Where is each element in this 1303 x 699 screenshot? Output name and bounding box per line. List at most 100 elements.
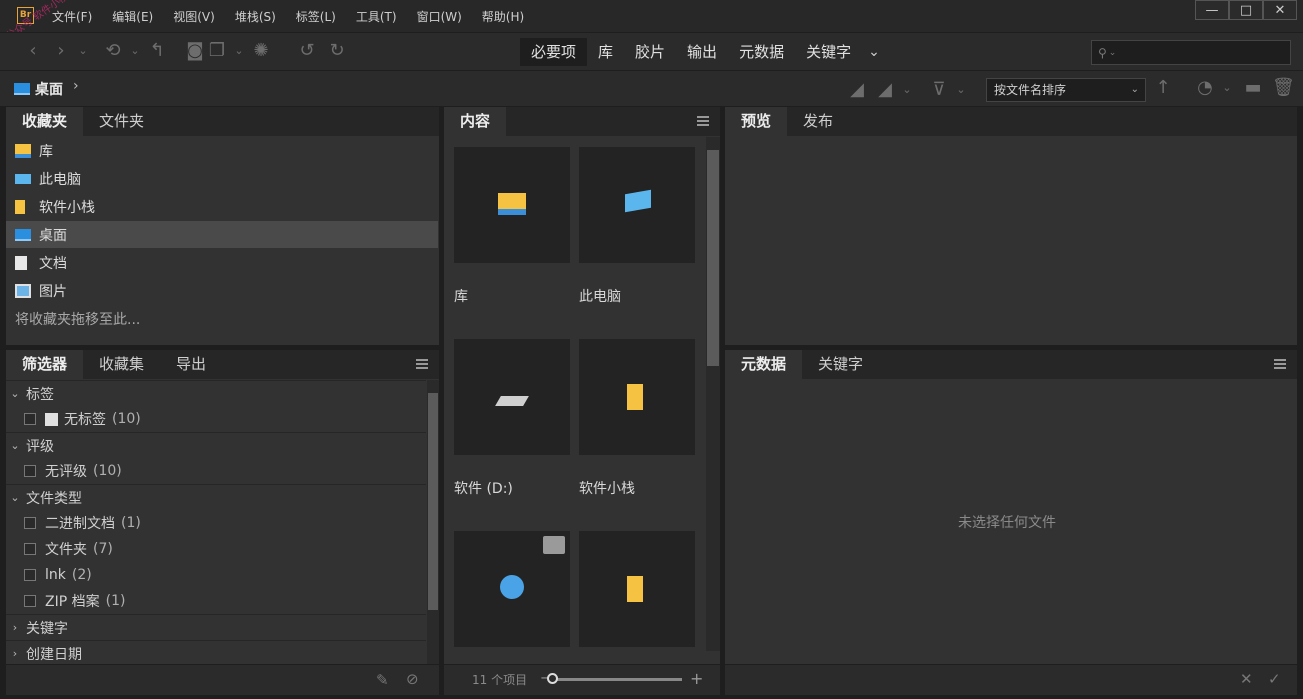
chevron-down-icon: ⌄	[10, 439, 20, 452]
workspace-output[interactable]: 输出	[676, 38, 728, 66]
search-input[interactable]: ⚲ ⌄	[1091, 40, 1291, 65]
sort-ascending-icon[interactable]: ↑	[1152, 77, 1174, 98]
tab-preview[interactable]: 预览	[725, 107, 788, 136]
tab-favorites[interactable]: 收藏夹	[6, 107, 84, 136]
filter-group-keywords[interactable]: › 关键字	[6, 614, 426, 640]
pin-icon[interactable]: ✎	[376, 671, 389, 689]
workspace-library[interactable]: 库	[587, 38, 624, 66]
menu-label[interactable]: 标签(L)	[296, 8, 336, 25]
filter-item-lnk[interactable]: lnk (2)	[6, 562, 426, 588]
panel-menu-icon[interactable]	[416, 359, 428, 369]
tab-content[interactable]: 内容	[444, 107, 507, 136]
open-recent-icon[interactable]: ◔	[1194, 77, 1216, 98]
chevron-down-icon[interactable]: ⌄	[72, 44, 94, 57]
clear-filter-icon[interactable]: ⊘	[406, 670, 419, 688]
filter-checkbox[interactable]	[24, 569, 36, 581]
back-icon[interactable]: ‹	[22, 40, 44, 61]
tab-publish[interactable]: 发布	[787, 107, 849, 136]
favorite-item-documents[interactable]: 文档	[6, 249, 438, 276]
filter-group-created[interactable]: › 创建日期	[6, 640, 426, 666]
maximize-button[interactable]: □	[1229, 0, 1263, 20]
chevron-down-icon[interactable]: ⌄	[862, 38, 880, 66]
content-tile-network[interactable]	[454, 531, 570, 647]
filter-item-no-label[interactable]: 无标签 (10)	[6, 406, 426, 432]
forward-icon[interactable]: ›	[50, 40, 72, 61]
favorite-item-computer[interactable]: 此电脑	[6, 165, 438, 192]
camera-icon[interactable]: ◙	[184, 40, 206, 61]
no-label-icon	[45, 412, 58, 426]
favorite-item-pictures[interactable]: 图片	[6, 277, 438, 304]
breadcrumb[interactable]: 桌面	[35, 79, 63, 99]
filter-group-labels[interactable]: ⌄ 标签	[6, 380, 426, 406]
sort-dropdown[interactable]: 按文件名排序 ⌄	[986, 78, 1146, 102]
tab-export[interactable]: 导出	[160, 350, 222, 379]
menu-tools[interactable]: 工具(T)	[356, 8, 397, 25]
refine-icon[interactable]: ✺	[250, 40, 272, 61]
filter-group-filetype[interactable]: ⌄ 文件类型	[6, 484, 426, 510]
workspace-filmstrip[interactable]: 胶片	[624, 38, 676, 66]
rotate-right-icon[interactable]: ↻	[326, 40, 348, 61]
content-tile-computer[interactable]	[579, 147, 695, 263]
filter-checkbox[interactable]	[24, 517, 36, 529]
tab-collections[interactable]: 收藏集	[83, 350, 160, 379]
menu-help[interactable]: 帮助(H)	[482, 8, 524, 25]
slider-handle[interactable]	[547, 673, 558, 684]
chevron-down-icon[interactable]: ⌄	[124, 44, 146, 57]
menu-edit[interactable]: 编辑(E)	[112, 8, 153, 25]
filter-checkbox[interactable]	[24, 413, 36, 425]
quality-high-icon[interactable]: ◢	[874, 79, 896, 100]
content-scrollbar[interactable]	[706, 137, 720, 651]
filter-item-folder[interactable]: 文件夹 (7)	[6, 536, 426, 562]
workspace-metadata[interactable]: 元数据	[728, 38, 795, 66]
zoom-in-icon[interactable]: +	[690, 669, 703, 688]
content-tile-folder[interactable]	[579, 531, 695, 647]
chevron-down-icon[interactable]: ⌄	[950, 83, 972, 96]
favorite-item-softstack[interactable]: 软件小栈	[6, 193, 438, 220]
menu-window[interactable]: 窗口(W)	[417, 8, 462, 25]
filter-icon[interactable]: ⊽	[928, 79, 950, 100]
chevron-down-icon[interactable]: ⌄	[228, 44, 250, 57]
filter-item-binary[interactable]: 二进制文档 (1)	[6, 510, 426, 536]
tab-folders[interactable]: 文件夹	[83, 107, 160, 136]
new-folder-icon[interactable]: ▬	[1242, 77, 1264, 98]
menu-file[interactable]: 文件(F)	[52, 8, 92, 25]
copy-icon[interactable]: ❐	[206, 40, 228, 61]
apply-icon[interactable]: ✓	[1268, 670, 1281, 688]
thumbnail-size-slider[interactable]	[552, 678, 682, 681]
filter-item-zip[interactable]: ZIP 档案 (1)	[6, 588, 426, 614]
tab-keywords[interactable]: 关键字	[802, 350, 879, 379]
filter-group-rating[interactable]: ⌄ 评级	[6, 432, 426, 458]
favorite-item-desktop[interactable]: 桌面	[6, 221, 438, 248]
filter-checkbox[interactable]	[24, 543, 36, 555]
content-scroll-thumb[interactable]	[707, 150, 719, 366]
quality-icon[interactable]: ◢	[846, 79, 868, 100]
return-icon[interactable]: ↰	[146, 40, 168, 61]
chevron-right-icon[interactable]: ›	[73, 78, 79, 94]
content-tile-library[interactable]	[454, 147, 570, 263]
close-button[interactable]: ✕	[1263, 0, 1297, 20]
favorite-item-library[interactable]: 库	[6, 137, 438, 164]
cancel-icon[interactable]: ✕	[1240, 670, 1253, 688]
workspace-essentials[interactable]: 必要项	[520, 38, 588, 66]
menu-view[interactable]: 视图(V)	[173, 8, 215, 25]
history-icon[interactable]: ⟲	[102, 40, 124, 61]
tab-filter[interactable]: 筛选器	[6, 350, 84, 379]
chevron-down-icon[interactable]: ⌄	[1216, 81, 1238, 94]
filter-scrollbar[interactable]	[427, 380, 439, 664]
chevron-down-icon[interactable]: ⌄	[896, 83, 918, 96]
rotate-left-icon[interactable]: ↺	[296, 40, 318, 61]
menu-stack[interactable]: 堆栈(S)	[235, 8, 276, 25]
filter-scroll-thumb[interactable]	[428, 393, 438, 610]
filter-checkbox[interactable]	[24, 595, 36, 607]
tab-metadata[interactable]: 元数据	[725, 350, 803, 379]
content-tile-drive[interactable]	[454, 339, 570, 455]
filter-item-label: lnk	[45, 567, 66, 583]
panel-menu-icon[interactable]	[1274, 359, 1286, 369]
minimize-button[interactable]: —	[1195, 0, 1229, 20]
workspace-keywords[interactable]: 关键字	[795, 38, 862, 66]
panel-menu-icon[interactable]	[697, 116, 709, 126]
filter-checkbox[interactable]	[24, 465, 36, 477]
filter-item-no-rating[interactable]: 无评级 (10)	[6, 458, 426, 484]
trash-icon[interactable]: 🗑	[1272, 77, 1295, 98]
content-tile-softstack[interactable]	[579, 339, 695, 455]
